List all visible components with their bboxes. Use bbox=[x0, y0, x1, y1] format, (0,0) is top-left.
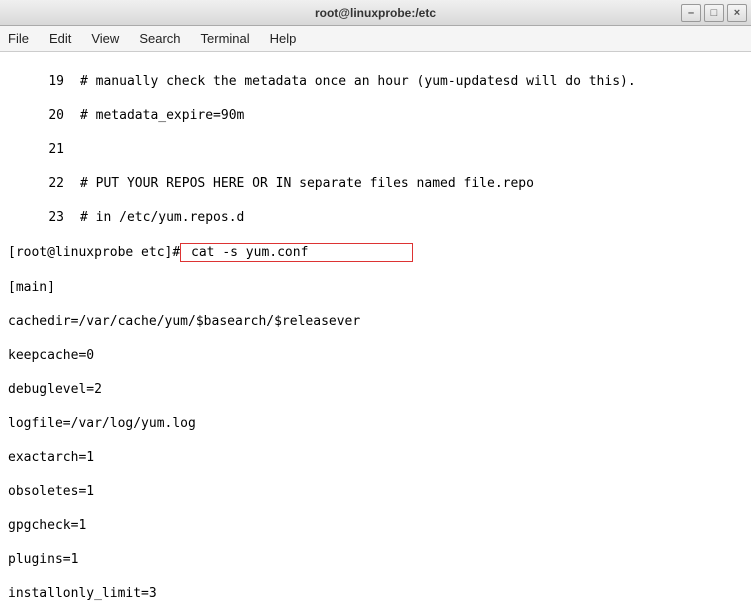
line-number: 21 bbox=[8, 141, 64, 158]
line-number: 20 bbox=[8, 107, 64, 124]
menubar: File Edit View Search Terminal Help bbox=[0, 26, 751, 52]
terminal-line: debuglevel=2 bbox=[8, 381, 743, 398]
prompt-text: [root@linuxprobe etc]# bbox=[8, 245, 180, 260]
menu-view[interactable]: View bbox=[91, 31, 119, 46]
minimize-button[interactable]: – bbox=[681, 4, 701, 22]
terminal-line: obsoletes=1 bbox=[8, 483, 743, 500]
terminal-line: 19 # manually check the metadata once an … bbox=[8, 73, 743, 90]
line-text: # in /etc/yum.repos.d bbox=[80, 210, 244, 225]
terminal-line: keepcache=0 bbox=[8, 347, 743, 364]
line-number: 23 bbox=[8, 209, 64, 226]
line-text: # metadata_expire=90m bbox=[80, 108, 244, 123]
maximize-button[interactable]: □ bbox=[704, 4, 724, 22]
menu-help[interactable]: Help bbox=[270, 31, 297, 46]
terminal-line: 22 # PUT YOUR REPOS HERE OR IN separate f… bbox=[8, 175, 743, 192]
terminal-line: exactarch=1 bbox=[8, 449, 743, 466]
window-controls: – □ × bbox=[681, 4, 747, 22]
menu-file[interactable]: File bbox=[8, 31, 29, 46]
terminal-line: logfile=/var/log/yum.log bbox=[8, 415, 743, 432]
terminal-line: 23 # in /etc/yum.repos.d bbox=[8, 209, 743, 226]
terminal-line: [main] bbox=[8, 279, 743, 296]
terminal-line: plugins=1 bbox=[8, 551, 743, 568]
close-button[interactable]: × bbox=[727, 4, 747, 22]
window-titlebar: root@linuxprobe:/etc – □ × bbox=[0, 0, 751, 26]
menu-search[interactable]: Search bbox=[139, 31, 180, 46]
terminal-line: 20 # metadata_expire=90m bbox=[8, 107, 743, 124]
line-text: # manually check the metadata once an ho… bbox=[80, 74, 636, 89]
terminal-line: installonly_limit=3 bbox=[8, 585, 743, 602]
menu-terminal[interactable]: Terminal bbox=[201, 31, 250, 46]
terminal-line: cachedir=/var/cache/yum/$basearch/$relea… bbox=[8, 313, 743, 330]
terminal-output[interactable]: 19 # manually check the metadata once an … bbox=[0, 52, 751, 610]
line-number: 22 bbox=[8, 175, 64, 192]
terminal-line: 21 bbox=[8, 141, 743, 158]
line-text: # PUT YOUR REPOS HERE OR IN separate fil… bbox=[80, 176, 534, 191]
terminal-line: gpgcheck=1 bbox=[8, 517, 743, 534]
terminal-line: [root@linuxprobe etc]# cat -s yum.conf bbox=[8, 243, 743, 262]
highlighted-command: cat -s yum.conf bbox=[180, 243, 413, 262]
window-title: root@linuxprobe:/etc bbox=[315, 6, 436, 20]
line-number: 19 bbox=[8, 73, 64, 90]
menu-edit[interactable]: Edit bbox=[49, 31, 71, 46]
